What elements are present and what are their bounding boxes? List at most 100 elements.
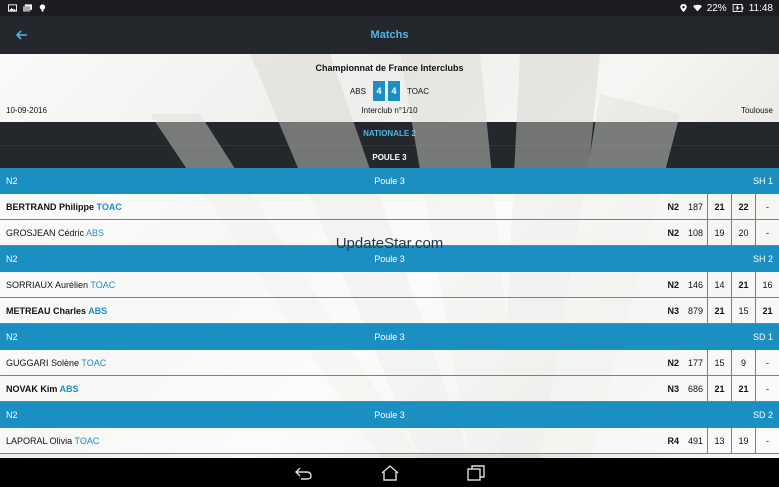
- match-pool: Poule 3: [374, 410, 405, 420]
- player-rank: 108: [687, 227, 703, 238]
- match-heading: N2 Poule 3 SD 1: [0, 324, 779, 350]
- away-score: 4: [387, 81, 400, 101]
- set-scores: 21 22 -: [707, 194, 779, 220]
- set-score: 21: [707, 376, 731, 402]
- nav-back-button[interactable]: [291, 462, 317, 484]
- score-summary: ABS 4 4 TOAC: [0, 81, 779, 101]
- back-button[interactable]: [12, 26, 32, 44]
- match-pool: Poule 3: [374, 176, 405, 186]
- player-level: N2: [667, 279, 679, 290]
- player-club: TOAC: [90, 279, 116, 290]
- nav-home-button[interactable]: [377, 462, 403, 484]
- player-name: GUGGARI Solène TOAC: [6, 357, 107, 368]
- player-club: TOAC: [74, 435, 100, 446]
- player-club: TOAC: [81, 357, 107, 368]
- match-pool: Poule 3: [374, 254, 405, 264]
- division-label: NATIONALE 2: [0, 122, 779, 145]
- player-rank: 686: [687, 383, 703, 394]
- player-name: NOVAK Kim ABS: [6, 383, 79, 394]
- match-code: SH 1: [752, 176, 773, 186]
- page-title: Matchs: [370, 29, 409, 41]
- player-club: ABS: [86, 227, 105, 238]
- player-name: METREAU Charles ABS: [6, 305, 108, 316]
- match-header: Championnat de France Interclubs ABS 4 4…: [0, 54, 779, 122]
- set-score: -: [755, 220, 779, 246]
- player-row[interactable]: BERTRAND Philippe TOAC N2 187 21 22 -: [0, 194, 779, 220]
- set-scores: 14 21 16: [707, 272, 779, 298]
- set-scores: 21 21 -: [707, 376, 779, 402]
- pool-label: POULE 3: [0, 145, 779, 168]
- player-row[interactable]: LAPORAL Olivia TOAC R4 491 13 19 -: [0, 428, 779, 454]
- set-score: -: [755, 194, 779, 220]
- arrow-left-icon: [16, 30, 27, 40]
- set-score: -: [755, 350, 779, 376]
- navigation-bar: [0, 458, 779, 487]
- home-team: ABS: [349, 86, 366, 96]
- set-score: 14: [707, 272, 731, 298]
- clock: 11:48: [748, 2, 773, 14]
- set-score: 13: [707, 428, 731, 454]
- player-row[interactable]: SORRIAUX Aurélien TOAC N2 146 14 21 16: [0, 272, 779, 298]
- set-scores: 19 20 -: [707, 220, 779, 246]
- set-score: 15: [731, 298, 755, 324]
- match-city: Toulouse: [740, 106, 773, 115]
- player-name: GROSJEAN Cédric ABS: [6, 227, 105, 238]
- player-row[interactable]: NOVAK Kim ABS N3 686 21 21 -: [0, 376, 779, 402]
- home-icon: [381, 464, 398, 481]
- player-rank: 187: [687, 201, 703, 212]
- player-row[interactable]: GUGGARI Solène TOAC N2 177 15 9 -: [0, 350, 779, 376]
- location-icon: [679, 4, 687, 12]
- player-rank: 177: [687, 357, 703, 368]
- set-score: 19: [707, 220, 731, 246]
- set-score: 21: [707, 194, 731, 220]
- set-score: 21: [731, 376, 755, 402]
- wifi-icon: [692, 4, 702, 12]
- player-club: TOAC: [96, 201, 122, 212]
- championship-title: Championnat de France Interclubs: [315, 63, 464, 73]
- recent-apps-icon: [466, 464, 485, 481]
- set-score: 21: [731, 272, 755, 298]
- battery-percent: 22%: [706, 2, 727, 14]
- player-rank: 146: [687, 279, 703, 290]
- player-row[interactable]: METREAU Charles ABS N3 879 21 15 21: [0, 298, 779, 324]
- match-heading: N2 Poule 3 SH 1: [0, 168, 779, 194]
- app-bar: Matchs: [0, 16, 779, 54]
- set-score: -: [755, 428, 779, 454]
- set-score: -: [755, 376, 779, 402]
- match-list[interactable]: Championnat de France Interclubs ABS 4 4…: [0, 54, 779, 458]
- player-name: BERTRAND Philippe TOAC: [6, 201, 122, 212]
- player-level: N3: [667, 305, 679, 316]
- set-score: 22: [731, 194, 755, 220]
- status-bar: 22% 11:48: [0, 0, 779, 16]
- player-club: ABS: [59, 383, 79, 394]
- match-pool: Poule 3: [374, 332, 405, 342]
- set-score: 9: [731, 350, 755, 376]
- player-rank: 491: [687, 435, 703, 446]
- home-score: 4: [372, 81, 385, 101]
- player-name: SORRIAUX Aurélien TOAC: [6, 279, 116, 290]
- photo-icon: [8, 4, 17, 12]
- match-heading: N2 Poule 3 SH 2: [0, 246, 779, 272]
- player-level: N2: [667, 357, 679, 368]
- set-scores: 15 9 -: [707, 350, 779, 376]
- nav-recents-button[interactable]: [463, 462, 489, 484]
- matches-container: N2 Poule 3 SH 1 BERTRAND Philippe TOAC N…: [0, 168, 779, 454]
- set-scores: 21 15 21: [707, 298, 779, 324]
- away-team: TOAC: [406, 86, 430, 96]
- player-level: N3: [667, 383, 679, 394]
- set-score: 20: [731, 220, 755, 246]
- player-level: R4: [667, 435, 679, 446]
- set-score: 19: [731, 428, 755, 454]
- set-scores: 13 19 -: [707, 428, 779, 454]
- android-debug-icon: [39, 4, 46, 12]
- set-score: 16: [755, 272, 779, 298]
- match-code: SD 1: [752, 332, 773, 342]
- match-heading: N2 Poule 3 SD 2: [0, 402, 779, 428]
- match-code: SH 2: [752, 254, 773, 264]
- match-code: SD 2: [752, 410, 773, 420]
- player-row[interactable]: GROSJEAN Cédric ABS N2 108 19 20 -: [0, 220, 779, 246]
- interclub-number: Interclub n°1/10: [361, 106, 418, 115]
- set-score: 21: [755, 298, 779, 324]
- player-club: ABS: [88, 305, 108, 316]
- set-score: 21: [707, 298, 731, 324]
